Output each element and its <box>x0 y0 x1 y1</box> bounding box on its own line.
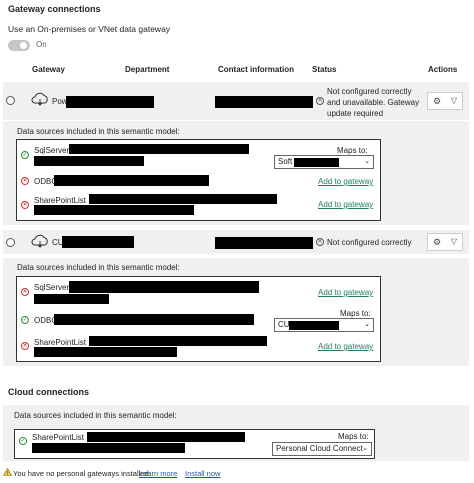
select-value: Personal Cloud Connect <box>276 444 363 453</box>
gateway-radio[interactable] <box>6 96 15 105</box>
data-sources-label: Data sources included in this semantic m… <box>17 263 180 272</box>
redacted-source-detail <box>34 347 177 357</box>
status-error-icon: ✕ <box>21 288 29 296</box>
source-name: SqlServer <box>34 283 70 292</box>
cloud-gateway-icon <box>30 91 50 109</box>
data-sources-box: ✓ SharePointList Maps to: Personal Cloud… <box>14 429 375 459</box>
maps-to-label: Maps to: <box>340 309 371 318</box>
cloud-gateway-icon <box>30 233 50 251</box>
redacted-gateway-name <box>66 96 154 108</box>
redacted-select-value <box>294 158 339 167</box>
chevron-down-icon: ⌄ <box>362 445 368 452</box>
maps-to-label: Maps to: <box>338 432 369 441</box>
redacted-source-detail <box>69 281 259 293</box>
gateway-actions[interactable]: ⚙ ▽ <box>427 233 463 251</box>
data-sources-label: Data sources included in this semantic m… <box>17 127 180 136</box>
col-department: Department <box>125 65 170 74</box>
cloud-connections-heading: Cloud connections <box>8 387 89 397</box>
col-contact: Contact information <box>218 65 294 74</box>
gateway-actions[interactable]: ⚙ ▽ <box>427 92 463 110</box>
warning-icon: ! <box>2 467 13 478</box>
gear-icon[interactable]: ⚙ <box>433 237 441 248</box>
data-sources-box: ✓ SqlServer Maps to: Soft ⌄ ✕ ODBC Add t… <box>16 139 381 221</box>
install-now-link[interactable]: Install now <box>185 469 220 478</box>
redacted-source-detail <box>89 336 267 346</box>
warning-text: You have no personal gateways installed. <box>13 469 151 478</box>
col-status: Status <box>312 65 337 74</box>
maps-to-select[interactable]: CU ⌄ <box>274 318 374 332</box>
status-line: update required <box>327 109 384 118</box>
gateway-row[interactable]: CU ✕ Not configured correctly ⚙ ▽ <box>3 230 469 254</box>
gateway-connections-heading: Gateway connections <box>8 4 101 14</box>
add-to-gateway-link[interactable]: Add to gateway <box>318 342 373 351</box>
status-line: Not configured correctly <box>327 87 412 96</box>
data-sources-box: ✕ SqlServer Add to gateway ✓ ODBC Maps t… <box>16 276 381 362</box>
maps-to-select[interactable]: Personal Cloud Connect ⌄ <box>272 442 372 456</box>
svg-text:!: ! <box>7 471 8 476</box>
toggle-knob <box>20 42 27 49</box>
col-gateway: Gateway <box>32 65 65 74</box>
toggle-state-label: On <box>36 40 47 49</box>
source-name: SharePointList <box>34 338 87 347</box>
redacted-select-value <box>289 321 339 330</box>
redacted-source-detail <box>54 314 254 325</box>
gear-icon[interactable]: ⚙ <box>433 96 441 107</box>
redacted-source-detail <box>87 432 245 442</box>
maps-to-select[interactable]: Soft ⌄ <box>274 155 374 169</box>
chevron-down-icon: ⌄ <box>364 158 370 165</box>
source-name: SharePointList <box>34 196 87 205</box>
redacted-source-detail <box>34 294 109 304</box>
maps-to-label: Maps to: <box>337 146 368 155</box>
chevron-down-icon[interactable]: ▽ <box>451 96 457 105</box>
redacted-source-detail <box>89 194 277 204</box>
gateway-toggle[interactable] <box>8 40 30 51</box>
redacted-source-detail <box>34 205 194 215</box>
status-ok-icon: ✓ <box>21 151 29 159</box>
select-value: CU <box>278 320 290 329</box>
status-unavailable-icon: ✕ <box>316 97 324 105</box>
gateway-toggle-label: Use an On-premises or VNet data gateway <box>8 24 171 34</box>
gateway-radio[interactable] <box>6 238 15 247</box>
add-to-gateway-link[interactable]: Add to gateway <box>318 177 373 186</box>
gateway-status: Not configured correctly and unavailable… <box>327 86 427 119</box>
gateway-row[interactable]: Pow ✕ Not configured correctly and unava… <box>3 82 469 120</box>
col-actions: Actions <box>428 65 458 74</box>
learn-more-link[interactable]: Learn more <box>139 469 177 478</box>
redacted-contact <box>215 237 313 249</box>
cloud-sources-panel: Data sources included in this semantic m… <box>3 405 469 461</box>
status-line: and unavailable. Gateway <box>327 98 420 107</box>
redacted-source-detail <box>54 175 209 186</box>
redacted-source-detail <box>32 443 185 453</box>
select-value: Soft <box>278 157 293 166</box>
data-sources-panel: Data sources included in this semantic m… <box>3 121 469 225</box>
chevron-down-icon[interactable]: ▽ <box>451 237 457 246</box>
source-name: SqlServer <box>34 146 70 155</box>
data-sources-label: Data sources included in this semantic m… <box>14 411 177 420</box>
status-error-icon: ✕ <box>21 342 29 350</box>
redacted-source-detail <box>69 144 249 154</box>
redacted-contact <box>215 96 313 108</box>
add-to-gateway-link[interactable]: Add to gateway <box>318 200 373 209</box>
status-ok-icon: ✓ <box>19 437 27 445</box>
status-error-icon: ✕ <box>21 201 29 209</box>
status-ok-icon: ✓ <box>21 316 29 324</box>
status-error-icon: ✕ <box>21 177 29 185</box>
chevron-down-icon: ⌄ <box>364 321 370 328</box>
add-to-gateway-link[interactable]: Add to gateway <box>318 288 373 297</box>
redacted-source-detail <box>34 156 144 166</box>
redacted-gateway-name <box>62 236 134 248</box>
status-unavailable-icon: ✕ <box>316 238 324 246</box>
data-sources-panel: Data sources included in this semantic m… <box>3 258 469 366</box>
source-name: SharePointList <box>32 433 85 442</box>
gateway-status: Not configured correctly <box>327 238 412 247</box>
